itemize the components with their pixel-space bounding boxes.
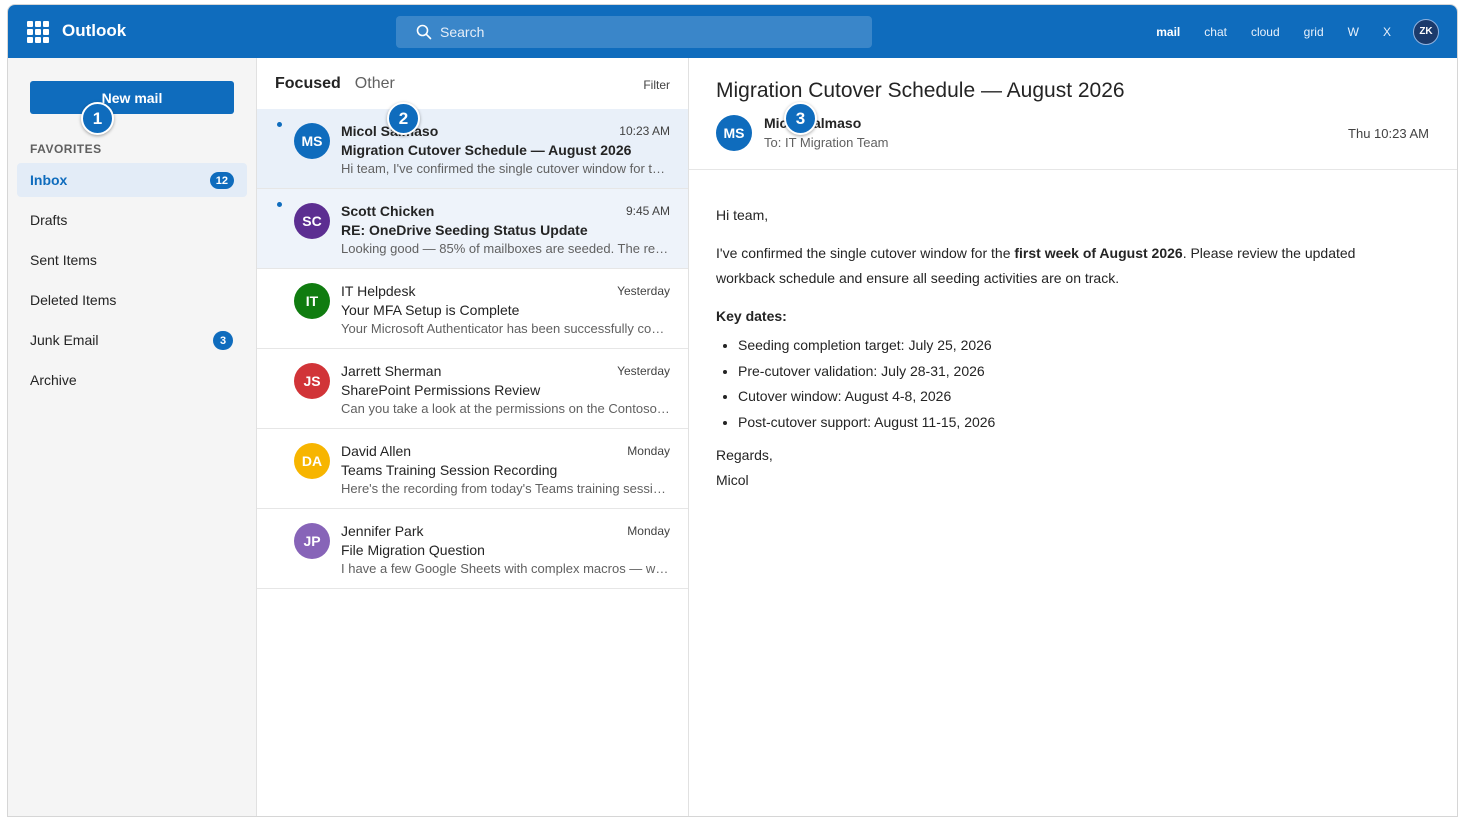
search-icon: [416, 24, 432, 40]
message-row[interactable]: DA David Allen Monday Teams Training Ses…: [257, 429, 688, 509]
key-dates-label: Key dates:: [716, 308, 787, 324]
sender-avatar: IT: [294, 283, 330, 319]
top-link-chat[interactable]: chat: [1204, 25, 1227, 39]
message-preview: I have a few Google Sheets with complex …: [341, 561, 671, 576]
top-links: mail chat cloud grid W X ZK: [1132, 5, 1439, 58]
message-time: 9:45 AM: [625, 204, 670, 218]
folder-deleted-items[interactable]: Deleted Items: [17, 283, 247, 317]
reading-pane: Migration Cutover Schedule — August 2026…: [689, 58, 1457, 816]
outlook-window: Outlook mail chat cloud grid W X ZK New …: [7, 4, 1458, 817]
sender-avatar: MS: [294, 123, 330, 159]
paragraph-bold-text: first week of August 2026: [1014, 245, 1183, 261]
sender-avatar[interactable]: MS: [716, 115, 752, 151]
email-date: Thu 10:23 AM: [1348, 126, 1429, 141]
message-preview: Your Microsoft Authenticator has been su…: [341, 321, 671, 336]
message-preview: Can you take a look at the permissions o…: [341, 401, 671, 416]
folder-archive[interactable]: Archive: [17, 363, 247, 397]
email-sign-off: Regards,: [716, 447, 773, 463]
email-body: Hi team, I've confirmed the single cutov…: [716, 203, 1416, 493]
key-date-item: Cutover window: August 4-8, 2026: [738, 384, 1416, 410]
message-row[interactable]: IT IT Helpdesk Yesterday Your MFA Setup …: [257, 269, 688, 349]
folder-junk-email[interactable]: Junk Email 3: [17, 323, 247, 357]
message-list-pane: Focused Other Filter MS Micol Salmaso 10…: [257, 58, 689, 816]
message-sender: David Allen: [341, 443, 412, 459]
folder-label: Inbox: [30, 172, 68, 188]
top-link-grid[interactable]: grid: [1304, 25, 1324, 39]
message-time: Monday: [627, 444, 670, 458]
message-preview: Hi team, I've confirmed the single cutov…: [341, 161, 671, 176]
key-dates-list: Seeding completion target: July 25, 2026…: [738, 333, 1416, 435]
message-time: 10:23 AM: [619, 124, 670, 138]
search-box[interactable]: [396, 16, 872, 48]
sender-avatar: JP: [294, 523, 330, 559]
top-link-mail[interactable]: mail: [1156, 25, 1180, 39]
user-avatar[interactable]: ZK: [1413, 18, 1439, 45]
top-bar: Outlook mail chat cloud grid W X ZK: [8, 5, 1457, 58]
message-subject: RE: OneDrive Seeding Status Update: [341, 222, 588, 238]
message-time: Yesterday: [617, 284, 670, 298]
folder-label: Drafts: [30, 212, 68, 228]
folder-pane: New mail FAVORITES Inbox 12 Drafts Sent …: [8, 58, 257, 816]
message-row[interactable]: MS Micol Salmaso 10:23 AM Migration Cuto…: [257, 109, 688, 189]
unread-dot-icon: [277, 202, 282, 207]
folder-drafts[interactable]: Drafts: [17, 203, 247, 237]
folder-label: Junk Email: [30, 332, 99, 348]
folder-inbox[interactable]: Inbox 12: [17, 163, 247, 197]
key-dates-heading: Key dates:: [716, 304, 1416, 329]
unread-dot-icon: [277, 122, 282, 127]
message-sender: Jarrett Sherman: [341, 363, 442, 379]
key-date-item: Pre-cutover validation: July 28-31, 2026: [738, 359, 1416, 385]
message-row[interactable]: JS Jarrett Sherman Yesterday SharePoint …: [257, 349, 688, 429]
top-link-excel[interactable]: X: [1383, 25, 1391, 39]
message-subject: Your MFA Setup is Complete: [341, 302, 520, 318]
sender-avatar: SC: [294, 203, 330, 239]
favorites-heading: FAVORITES: [30, 142, 102, 156]
message-row[interactable]: JP Jennifer Park Monday File Migration Q…: [257, 509, 688, 589]
paragraph-text: I've confirmed the single cutover window…: [716, 245, 1015, 261]
tab-other[interactable]: Other: [355, 75, 395, 93]
unread-count-badge: 12: [209, 172, 234, 189]
filter-button[interactable]: Filter: [643, 78, 670, 92]
message-sender: IT Helpdesk: [341, 283, 416, 299]
callout-marker-3: 3: [784, 102, 817, 135]
app-launcher-icon[interactable]: [27, 21, 49, 43]
folder-label: Archive: [30, 372, 77, 388]
new-mail-button[interactable]: New mail: [30, 81, 234, 114]
tab-focused[interactable]: Focused: [275, 75, 341, 93]
message-preview: Here's the recording from today's Teams …: [341, 481, 671, 496]
message-row[interactable]: SC Scott Chicken 9:45 AM RE: OneDrive Se…: [257, 189, 688, 269]
folder-label: Deleted Items: [30, 292, 117, 308]
unread-count-badge: 3: [213, 331, 233, 350]
folder-sent-items[interactable]: Sent Items: [17, 243, 247, 277]
message-time: Yesterday: [617, 364, 670, 378]
inbox-pivot: Focused Other: [275, 75, 409, 93]
header-divider: [689, 169, 1457, 170]
message-subject: Migration Cutover Schedule — August 2026: [341, 142, 632, 158]
folder-label: Sent Items: [30, 252, 97, 268]
message-time: Monday: [627, 524, 670, 538]
message-subject: File Migration Question: [341, 542, 485, 558]
message-sender: Jennifer Park: [341, 523, 424, 539]
message-list: MS Micol Salmaso 10:23 AM Migration Cuto…: [257, 109, 688, 589]
email-recipients: To: IT Migration Team: [764, 135, 889, 150]
key-date-item: Seeding completion target: July 25, 2026: [738, 333, 1416, 359]
top-link-cloud[interactable]: cloud: [1251, 25, 1280, 39]
app-title[interactable]: Outlook: [62, 21, 126, 41]
email-signature: Micol: [716, 472, 749, 488]
sender-avatar: DA: [294, 443, 330, 479]
search-input[interactable]: [440, 16, 860, 48]
email-greeting: Hi team,: [716, 207, 769, 223]
folder-list: Inbox 12 Drafts Sent Items Deleted Items…: [17, 163, 247, 403]
email-subject-heading: Migration Cutover Schedule — August 2026: [716, 79, 1125, 102]
callout-marker-2: 2: [387, 102, 420, 135]
top-link-word[interactable]: W: [1348, 25, 1359, 39]
email-paragraph: I've confirmed the single cutover window…: [716, 241, 1416, 291]
message-preview: Looking good — 85% of mailboxes are seed…: [341, 241, 671, 256]
sender-avatar: JS: [294, 363, 330, 399]
key-date-item: Post-cutover support: August 11-15, 2026: [738, 410, 1416, 436]
callout-marker-1: 1: [81, 102, 114, 135]
message-sender: Scott Chicken: [341, 203, 435, 219]
message-subject: Teams Training Session Recording: [341, 462, 558, 478]
message-subject: SharePoint Permissions Review: [341, 382, 541, 398]
